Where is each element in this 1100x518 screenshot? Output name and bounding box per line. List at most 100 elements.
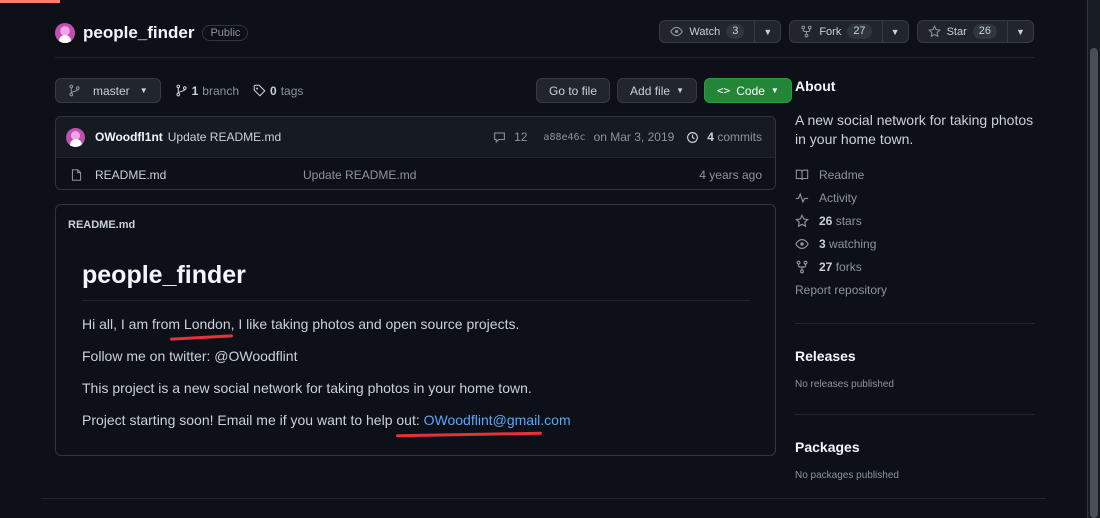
readme-label: Readme — [819, 167, 865, 182]
active-tab-underline — [0, 0, 60, 3]
caret-down-icon: ▼ — [676, 86, 684, 95]
file-commit-message[interactable]: Update README.md — [303, 168, 416, 182]
code-label: Code — [736, 83, 765, 98]
caret-down-icon: ▼ — [770, 86, 779, 95]
stars-label: stars — [835, 213, 862, 228]
watching-link[interactable]: 3 watching — [795, 232, 1040, 255]
file-age: 4 years ago — [699, 167, 762, 182]
visibility-badge: Public — [202, 25, 249, 41]
branch-bar: master ▼ 1 branch 0 tags — [55, 78, 303, 103]
watch-count: 3 — [726, 24, 745, 39]
sidebar-divider — [795, 414, 1035, 415]
scroll-thumb[interactable] — [1090, 48, 1098, 518]
file-icon — [71, 168, 82, 181]
annotation-underline-email — [395, 431, 543, 438]
readme-paragraph-project: This project is a new social network for… — [82, 380, 532, 396]
star-icon — [927, 25, 941, 38]
stars-text: 26 stars — [819, 214, 862, 228]
stars-count: 26 — [819, 213, 833, 228]
code-button[interactable]: <> Code ▼ — [703, 78, 792, 103]
readme-email-text: Project starting soon! Email me if you w… — [82, 412, 424, 428]
eye-icon — [670, 26, 684, 37]
star-dropdown-icon[interactable]: ▼ — [1007, 21, 1033, 42]
commit-meta: 12 a88e46c on Mar 3, 2019 4 commits — [493, 130, 762, 144]
commit-message[interactable]: Update README.md — [168, 130, 281, 144]
readme-title-divider — [82, 300, 750, 301]
packages-empty: No packages published — [795, 470, 899, 481]
branch-label: branch — [202, 83, 239, 98]
forks-text: 27 forks — [819, 260, 862, 274]
tags-link[interactable]: 0 tags — [253, 84, 303, 98]
repo-actions: Watch 3 ▼ Fork 27 ▼ Star 26 ▼ — [659, 20, 1034, 43]
repo-name-link[interactable]: people_finder — [83, 23, 194, 43]
owner-avatar[interactable] — [55, 23, 75, 43]
email-link[interactable]: OWoodflint@gmail.com — [424, 412, 571, 428]
forks-link[interactable]: 27 forks — [795, 255, 1040, 278]
releases-title[interactable]: Releases — [795, 348, 1040, 364]
pulse-icon — [795, 191, 809, 203]
fork-dropdown-icon[interactable]: ▼ — [881, 21, 908, 42]
stars-link[interactable]: 26 stars — [795, 209, 1040, 232]
about-list: Readme Activity 26 stars 3 watching 27 f… — [795, 163, 1040, 301]
star-icon — [795, 213, 809, 227]
add-file-label: Add file — [630, 83, 671, 98]
history-icon — [687, 131, 699, 143]
tag-label: tags — [280, 83, 304, 98]
readme-label[interactable]: README.md — [68, 219, 135, 231]
footer-divider — [41, 498, 1046, 499]
star-label: Star — [946, 25, 967, 38]
forks-label: forks — [835, 259, 862, 274]
branch-name: master — [93, 83, 130, 98]
watch-dropdown-icon[interactable]: ▼ — [754, 21, 780, 42]
about-sidebar: About A new social network for taking ph… — [795, 78, 1040, 481]
file-list: OWoodfl1nt Update README.md 12 a88e46c o… — [55, 116, 776, 190]
watch-label: Watch — [689, 25, 721, 38]
star-button[interactable]: Star 26 ▼ — [916, 20, 1034, 43]
branch-select-button[interactable]: master ▼ — [55, 78, 161, 103]
latest-commit-row: OWoodfl1nt Update README.md 12 a88e46c o… — [56, 117, 775, 158]
tag-icon — [253, 84, 266, 97]
header-divider — [55, 57, 1034, 58]
branches-link[interactable]: 1 branch — [175, 84, 239, 98]
activity-label: Activity — [819, 190, 858, 205]
scrollbar[interactable] — [1088, 0, 1100, 518]
fork-count: 27 — [847, 24, 872, 39]
readme-paragraph-email: Project starting soon! Email me if you w… — [82, 412, 571, 428]
comment-count[interactable]: 12 — [514, 130, 527, 144]
fork-button[interactable]: Fork 27 ▼ — [789, 20, 909, 43]
caret-down-icon: ▼ — [139, 86, 148, 95]
file-name-link[interactable]: README.md — [95, 168, 303, 182]
git-branch-icon — [69, 84, 80, 97]
annotation-underline-london — [169, 334, 234, 341]
forks-count: 27 — [819, 259, 833, 274]
commit-sha[interactable]: a88e46c — [543, 132, 585, 143]
repo-header: people_finder Public — [55, 18, 249, 48]
commit-author[interactable]: OWoodfl1nt — [95, 130, 163, 144]
releases-empty: No releases published — [795, 379, 894, 390]
fork-icon — [801, 25, 812, 38]
watching-label: watching — [829, 236, 877, 251]
report-repository-link[interactable]: Report repository — [795, 278, 1040, 301]
star-count: 26 — [972, 24, 997, 39]
watching-text: 3 watching — [819, 237, 876, 251]
fork-icon — [796, 260, 808, 273]
go-to-file-button[interactable]: Go to file — [536, 78, 611, 103]
git-branch-icon — [176, 84, 187, 97]
code-icon: <> — [716, 84, 731, 97]
commits-label: commits — [717, 130, 762, 144]
commit-author-avatar[interactable] — [66, 127, 85, 147]
activity-link[interactable]: Activity — [795, 186, 1040, 209]
readme-link[interactable]: Readme — [795, 163, 1040, 186]
about-title: About — [795, 78, 836, 94]
readme-paragraph-twitter: Follow me on twitter: @OWoodflint — [82, 348, 298, 364]
commits-link[interactable]: 4 commits — [707, 130, 762, 144]
add-file-button[interactable]: Add file ▼ — [617, 78, 697, 103]
tag-count: 0 — [270, 83, 277, 98]
about-description: A new social network for taking photos i… — [795, 112, 1034, 147]
readme-paragraph-intro: Hi all, I am from London, I like taking … — [82, 316, 520, 332]
file-actions: Go to file Add file ▼ <> Code ▼ — [536, 78, 792, 103]
packages-title[interactable]: Packages — [795, 439, 1040, 455]
watch-button[interactable]: Watch 3 ▼ — [659, 20, 782, 43]
commit-count: 4 — [707, 130, 714, 144]
sidebar-divider — [795, 323, 1035, 324]
